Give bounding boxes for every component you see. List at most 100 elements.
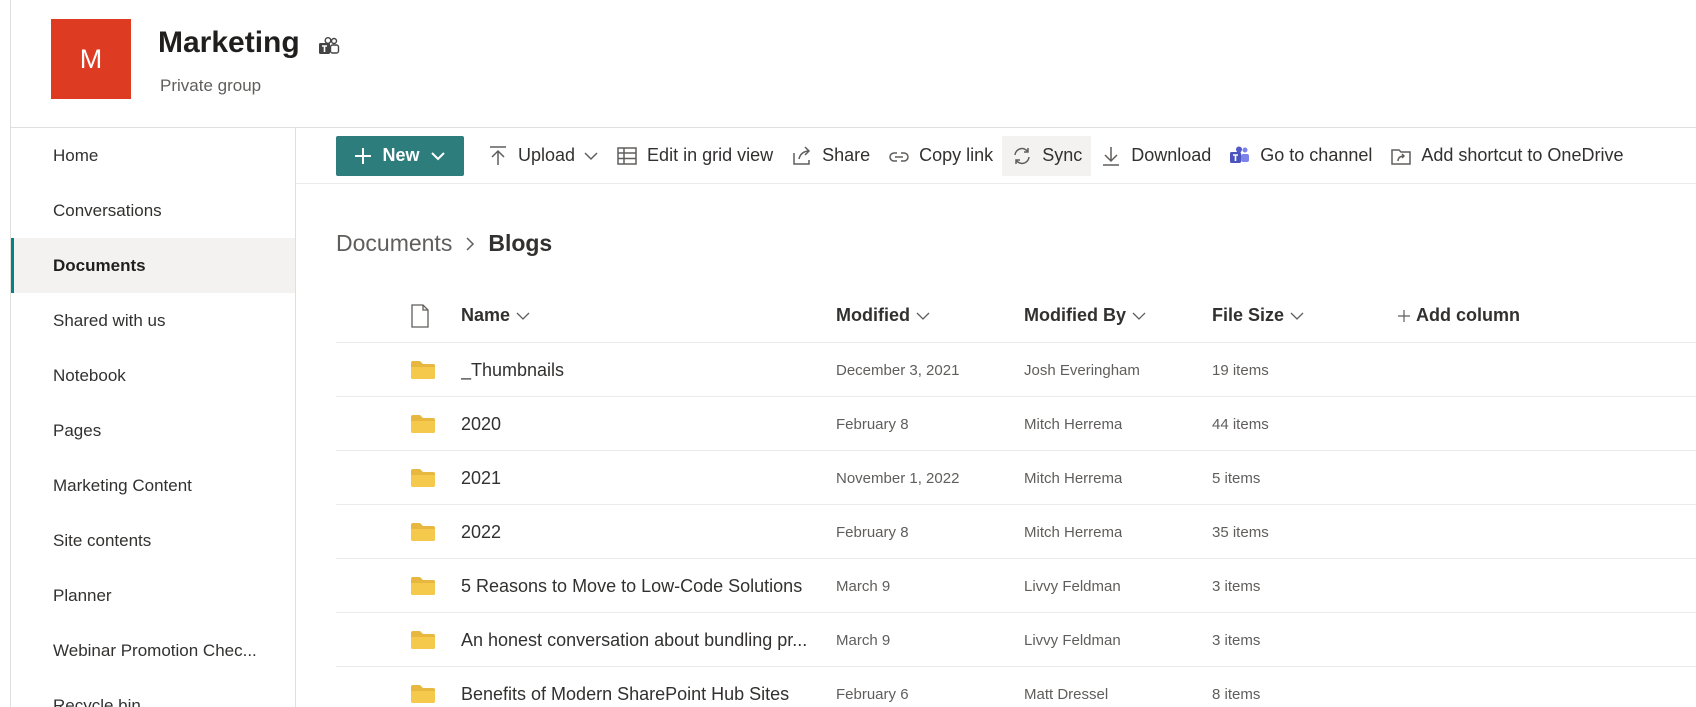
chevron-down-icon (1132, 312, 1146, 320)
copy-link-label: Copy link (919, 145, 994, 165)
edit-grid-view-label: Edit in grid view (647, 145, 774, 165)
upload-icon (490, 145, 506, 165)
file-size-column-header[interactable]: File Size (1212, 288, 1304, 343)
new-button-label: New (382, 145, 420, 165)
row-name[interactable]: An honest conversation about bundling pr… (461, 613, 816, 667)
chevron-down-icon (916, 312, 930, 320)
breadcrumb-current: Blogs (488, 230, 553, 256)
share-label: Share (822, 145, 871, 165)
download-icon (1103, 146, 1120, 166)
row-modified-by: Matt Dressel (1024, 685, 1109, 703)
folder-icon (410, 667, 440, 707)
row-modified-by: Livvy Feldman (1024, 631, 1121, 649)
site-title[interactable]: Marketing (158, 26, 300, 60)
copy-link-button[interactable]: Copy link (879, 136, 1002, 176)
modified-by-column-header[interactable]: Modified By (1024, 288, 1146, 343)
nav-item-webinar-promotion[interactable]: Webinar Promotion Chec... (11, 623, 295, 678)
upload-button[interactable]: Upload (478, 136, 607, 176)
download-button[interactable]: Download (1091, 136, 1220, 176)
go-to-channel-label: Go to channel (1260, 145, 1373, 165)
nav-item-pages[interactable]: Pages (11, 403, 295, 458)
nav-item-home[interactable]: Home (11, 128, 295, 183)
nav-item-planner[interactable]: Planner (11, 568, 295, 623)
nav-item-conversations[interactable]: Conversations (11, 183, 295, 238)
folder-icon (410, 451, 440, 505)
sync-button[interactable]: Sync (1002, 135, 1092, 176)
chevron-down-icon (430, 151, 445, 160)
row-file-size: 3 items (1212, 631, 1261, 649)
breadcrumb-documents[interactable]: Documents (336, 230, 452, 257)
row-modified: December 3, 2021 (836, 361, 960, 379)
teams-icon (1230, 146, 1250, 163)
left-edge-rail (0, 0, 11, 707)
command-bar: New Upload Edit in grid view Share Copy … (296, 128, 1696, 184)
teams-icon[interactable] (318, 37, 340, 57)
table-row[interactable]: 5 Reasons to Move to Low-Code Solutions … (336, 559, 1696, 613)
table-row[interactable]: 2020 February 8 Mitch Herrema 44 items (336, 397, 1696, 451)
nav-item-recycle-bin[interactable]: Recycle bin (11, 678, 295, 707)
nav-item-documents[interactable]: Documents (11, 238, 295, 293)
folder-icon (410, 505, 440, 559)
row-name[interactable]: Benefits of Modern SharePoint Hub Sites (461, 667, 816, 707)
row-modified-by: Livvy Feldman (1024, 577, 1121, 595)
row-modified: February 6 (836, 685, 909, 703)
modified-by-column-label: Modified By (1024, 305, 1126, 325)
row-modified-by: Mitch Herrema (1024, 523, 1123, 541)
row-file-size: 8 items (1212, 685, 1261, 703)
row-file-size: 3 items (1212, 577, 1261, 595)
sync-icon (1014, 147, 1030, 164)
breadcrumb: Documents Blogs (336, 230, 552, 257)
name-column-header[interactable]: Name (461, 288, 530, 343)
folder-icon (410, 559, 440, 613)
site-subtitle: Private group (160, 76, 262, 95)
share-icon (793, 145, 811, 165)
download-label: Download (1131, 145, 1212, 165)
row-file-size: 5 items (1212, 469, 1261, 487)
row-name[interactable]: 2020 (461, 397, 816, 451)
grid-icon (617, 146, 637, 165)
file-type-column-header[interactable] (410, 288, 430, 343)
nav-item-notebook[interactable]: Notebook (11, 348, 295, 403)
row-name[interactable]: 5 Reasons to Move to Low-Code Solutions (461, 559, 816, 613)
folder-icon (410, 397, 440, 451)
shortcut-icon (1391, 148, 1412, 165)
row-file-size: 44 items (1212, 415, 1269, 433)
folder-icon (410, 613, 440, 667)
table-row[interactable]: 2022 February 8 Mitch Herrema 35 items (336, 505, 1696, 559)
row-modified-by: Mitch Herrema (1024, 415, 1123, 433)
table-row[interactable]: _Thumbnails December 3, 2021 Josh Everin… (336, 343, 1696, 397)
add-column-button[interactable]: Add column (1398, 288, 1520, 343)
link-icon (889, 151, 909, 162)
go-to-channel-button[interactable]: Go to channel (1220, 136, 1381, 176)
row-name[interactable]: 2022 (461, 505, 816, 559)
chevron-down-icon (1290, 312, 1304, 320)
file-size-column-label: File Size (1212, 305, 1285, 325)
plus-icon (1398, 309, 1410, 322)
new-button[interactable]: New (336, 135, 464, 176)
upload-label: Upload (518, 145, 576, 165)
add-shortcut-button[interactable]: Add shortcut to OneDrive (1381, 136, 1632, 176)
table-header: Name Modified Modified By File Size Add … (336, 288, 1696, 343)
modified-column-label: Modified (836, 305, 910, 325)
edit-grid-view-button[interactable]: Edit in grid view (607, 136, 782, 176)
share-button[interactable]: Share (782, 136, 879, 176)
nav-item-shared-with-us[interactable]: Shared with us (11, 293, 295, 348)
left-navigation: Home Conversations Documents Shared with… (11, 128, 296, 707)
nav-item-marketing-content[interactable]: Marketing Content (11, 458, 295, 513)
row-file-size: 35 items (1212, 523, 1269, 541)
chevron-down-icon (584, 151, 598, 160)
add-shortcut-label: Add shortcut to OneDrive (1421, 145, 1624, 165)
row-modified: November 1, 2022 (836, 469, 960, 487)
row-name[interactable]: 2021 (461, 451, 816, 505)
site-logo[interactable]: M (51, 19, 131, 99)
row-name[interactable]: _Thumbnails (461, 343, 816, 397)
table-row[interactable]: Benefits of Modern SharePoint Hub Sites … (336, 667, 1696, 707)
modified-column-header[interactable]: Modified (836, 288, 930, 343)
nav-item-site-contents[interactable]: Site contents (11, 513, 295, 568)
add-column-label: Add column (1416, 305, 1520, 325)
table-row[interactable]: 2021 November 1, 2022 Mitch Herrema 5 it… (336, 451, 1696, 505)
table-row[interactable]: An honest conversation about bundling pr… (336, 613, 1696, 667)
documents-table: Name Modified Modified By File Size Add … (336, 288, 1696, 707)
name-column-label: Name (461, 305, 511, 325)
row-file-size: 19 items (1212, 361, 1269, 379)
